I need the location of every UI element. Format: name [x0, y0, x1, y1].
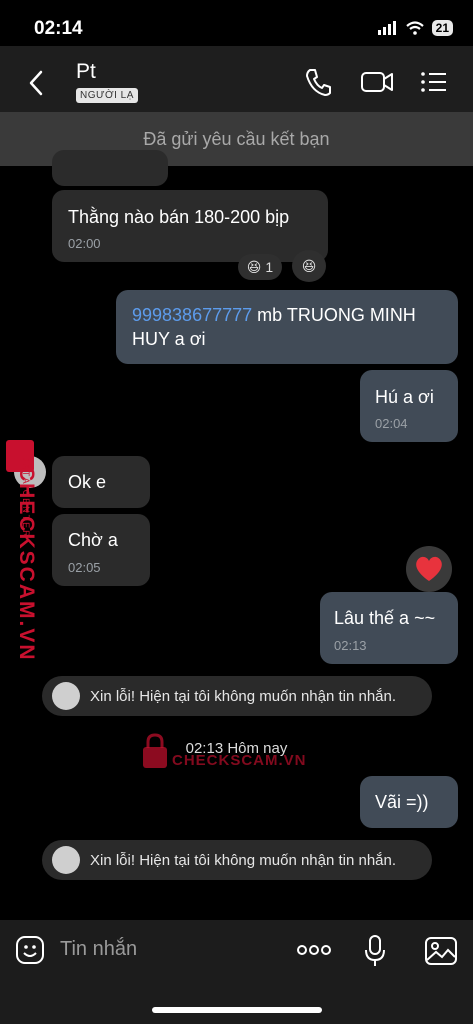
message-text: Lâu thế a ~~	[334, 608, 436, 628]
message-text: Hú a ơi	[375, 387, 434, 407]
laugh-emoji-icon: 😆	[246, 258, 262, 275]
menu-icon[interactable]	[420, 67, 448, 97]
system-avatar	[52, 846, 80, 874]
battery-icon: 21	[431, 20, 453, 36]
status-icons: 21	[377, 20, 453, 36]
message-text: 999838677777 mb TRUONG MINH HUY a ơi	[132, 303, 448, 351]
reaction-summary[interactable]: 😆 1	[238, 254, 282, 280]
image-gallery-icon[interactable]	[424, 936, 458, 966]
heart-reaction-button[interactable]	[406, 546, 452, 592]
message-time: 02:00	[68, 236, 101, 251]
heart-icon	[416, 556, 442, 581]
message-text: Chờ a	[68, 530, 118, 550]
emoji-icon[interactable]	[14, 934, 46, 966]
message-input[interactable]: Tin nhắn	[60, 938, 137, 961]
message-text: Ok e	[68, 472, 107, 492]
account-number-link[interactable]: 999838677777	[132, 305, 252, 325]
stranger-badge: NGƯỜI LẠ	[76, 88, 138, 103]
friend-request-text: Đã gửi yêu cầu kết bạn	[143, 128, 330, 149]
vertical-watermark: CHECKSCAM.VN DATA CENTER	[6, 440, 38, 662]
message-bubble-incoming[interactable]: Ok e	[52, 456, 150, 508]
add-reaction-button[interactable]: 😆	[292, 250, 326, 282]
message-bubble-incoming[interactable]: Chờ a 02:05	[52, 514, 150, 586]
system-notice: Xin lỗi! Hiện tại tôi không muốn nhận ti…	[42, 676, 432, 716]
video-call-icon[interactable]	[360, 67, 394, 97]
chat-header	[0, 46, 473, 112]
message-time: 02:04	[375, 416, 408, 431]
message-text: Vãi =))	[375, 792, 429, 812]
system-notice-text: Xin lỗi! Hiện tại tôi không muốn nhận ti…	[90, 687, 397, 705]
contact-name[interactable]: Pt	[76, 60, 96, 84]
message-bubble-incoming[interactable]: Thằng nào bán 180-200 bịp 02:00	[52, 190, 328, 262]
back-icon[interactable]	[26, 68, 46, 98]
home-indicator	[152, 1007, 322, 1013]
date-divider: 02:13 Hôm nay	[185, 740, 288, 757]
system-notice: Xin lỗi! Hiện tại tôi không muốn nhận ti…	[42, 840, 432, 880]
message-bubble-outgoing[interactable]: Lâu thế a ~~ 02:13	[320, 592, 458, 664]
wifi-icon	[405, 21, 424, 35]
message-bubble-outgoing[interactable]: Vãi =))	[360, 776, 458, 828]
more-options-icon[interactable]	[296, 942, 332, 958]
laugh-emoji-icon: 😆	[301, 257, 317, 274]
status-time: 02:14	[34, 18, 83, 39]
message-bubble-outgoing[interactable]: 999838677777 mb TRUONG MINH HUY a ơi	[116, 290, 458, 364]
message-bubble-outgoing[interactable]: Hú a ơi 02:04	[360, 370, 458, 442]
message-time: 02:13	[334, 638, 367, 653]
system-notice-text: Xin lỗi! Hiện tại tôi không muốn nhận ti…	[90, 851, 397, 869]
reaction-count: 1	[265, 259, 274, 275]
signal-icon	[377, 21, 396, 35]
system-avatar	[52, 682, 80, 710]
phone-icon[interactable]	[304, 67, 332, 97]
message-time: 02:05	[68, 560, 101, 575]
microphone-icon[interactable]	[364, 934, 386, 968]
message-bubble-partial[interactable]	[52, 150, 168, 186]
watermark-sub-text: DATA CENTER	[21, 455, 31, 539]
message-text: Thằng nào bán 180-200 bịp	[68, 207, 290, 227]
